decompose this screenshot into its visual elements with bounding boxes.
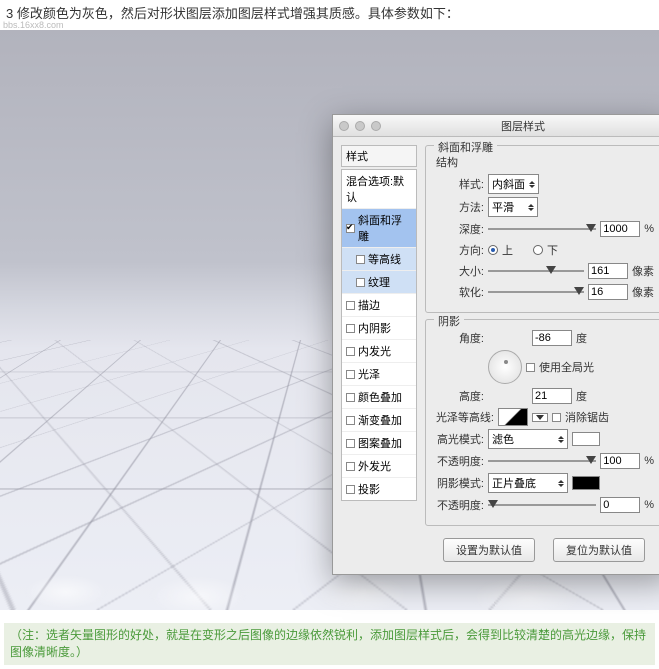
checkbox-icon[interactable]: [346, 393, 355, 402]
style-select[interactable]: 内斜面: [488, 174, 539, 194]
shadow-mode-select[interactable]: 正片叠底: [488, 473, 568, 493]
global-light-label: 使用全局光: [539, 359, 594, 375]
direction-down-radio[interactable]: [533, 245, 543, 255]
checkbox-icon[interactable]: [346, 324, 355, 333]
checkbox-icon[interactable]: [346, 370, 355, 379]
set-default-button[interactable]: 设置为默认值: [443, 538, 535, 562]
styles-header: 样式: [341, 145, 417, 167]
close-icon[interactable]: [339, 121, 349, 131]
shading-fieldset: 阴影 角度: -86 度 使用全局光 高度: 21 度: [425, 319, 659, 526]
highlight-opacity-field[interactable]: 100: [600, 453, 640, 469]
highlight-opacity-label: 不透明度:: [434, 453, 484, 469]
dialog-title: 图层样式: [381, 118, 659, 134]
style-color-overlay[interactable]: 颜色叠加: [342, 386, 416, 409]
shadow-opacity-label: 不透明度:: [434, 497, 484, 513]
soften-label: 软化:: [434, 284, 484, 300]
depth-field[interactable]: 1000: [600, 221, 640, 237]
structure-fieldset: 斜面和浮雕 结构 样式: 内斜面 方法: 平滑 深度: 1000 % 方向:: [425, 145, 659, 313]
checkbox-icon[interactable]: [356, 255, 365, 264]
style-inner-glow[interactable]: 内发光: [342, 340, 416, 363]
style-gradient-overlay[interactable]: 渐变叠加: [342, 409, 416, 432]
watermark: bbs.16xx8.com: [3, 20, 64, 30]
global-light-checkbox[interactable]: [526, 363, 535, 372]
gloss-contour-label: 光泽等高线:: [434, 409, 494, 425]
instruction-text: 3 修改颜色为灰色，然后对形状图层添加图层样式增强其质感。具体参数如下：: [0, 0, 659, 25]
checkbox-icon[interactable]: [356, 278, 365, 287]
style-satin[interactable]: 光泽: [342, 363, 416, 386]
checkbox-icon[interactable]: [346, 416, 355, 425]
reset-default-button[interactable]: 复位为默认值: [553, 538, 645, 562]
checkbox-icon[interactable]: [346, 347, 355, 356]
highlight-color-swatch[interactable]: [572, 432, 600, 446]
settings-column: 斜面和浮雕 结构 样式: 内斜面 方法: 平滑 深度: 1000 % 方向:: [425, 145, 659, 566]
angle-label: 角度:: [434, 330, 484, 346]
highlight-opacity-slider[interactable]: [488, 454, 596, 468]
layer-style-dialog: 图层样式 样式 混合选项:默认 斜面和浮雕 等高线 纹理 描边 内阴影 内发光 …: [332, 114, 659, 575]
depth-label: 深度:: [434, 221, 484, 237]
shadow-mode-label: 阴影模式:: [434, 475, 484, 491]
style-contour[interactable]: 等高线: [342, 248, 416, 271]
altitude-field[interactable]: 21: [532, 388, 572, 404]
shading-legend: 阴影: [434, 313, 464, 329]
altitude-unit: 度: [576, 388, 587, 404]
shadow-opacity-field[interactable]: 0: [600, 497, 640, 513]
shadow-color-swatch[interactable]: [572, 476, 600, 490]
style-texture[interactable]: 纹理: [342, 271, 416, 294]
checkbox-icon[interactable]: [346, 439, 355, 448]
traffic-lights: [339, 121, 381, 131]
antialias-label: 消除锯齿: [565, 409, 609, 425]
size-field[interactable]: 161: [588, 263, 628, 279]
styles-list: 混合选项:默认 斜面和浮雕 等高线 纹理 描边 内阴影 内发光 光泽 颜色叠加 …: [341, 169, 417, 501]
direction-label: 方向:: [434, 242, 484, 258]
style-label: 样式:: [434, 176, 484, 192]
soften-unit: 像素: [632, 284, 654, 300]
checkbox-icon[interactable]: [346, 224, 355, 233]
soften-field[interactable]: 16: [588, 284, 628, 300]
size-label: 大小:: [434, 263, 484, 279]
depth-slider[interactable]: [488, 222, 596, 236]
size-unit: 像素: [632, 263, 654, 279]
dialog-button-row: 设置为默认值 复位为默认值: [425, 532, 659, 566]
highlight-mode-label: 高光模式:: [434, 431, 484, 447]
shadow-opacity-slider[interactable]: [488, 498, 596, 512]
style-pattern-overlay[interactable]: 图案叠加: [342, 432, 416, 455]
direction-up-radio[interactable]: [488, 245, 498, 255]
depth-unit: %: [644, 223, 654, 235]
minimize-icon[interactable]: [355, 121, 365, 131]
style-bevel-emboss[interactable]: 斜面和浮雕: [342, 209, 416, 248]
styles-column: 样式 混合选项:默认 斜面和浮雕 等高线 纹理 描边 内阴影 内发光 光泽 颜色…: [341, 145, 417, 566]
angle-field[interactable]: -86: [532, 330, 572, 346]
altitude-label: 高度:: [434, 388, 484, 404]
checkbox-icon[interactable]: [346, 301, 355, 310]
structure-sublegend: 结构: [436, 154, 654, 170]
gloss-contour-dropdown[interactable]: [532, 413, 548, 422]
highlight-mode-select[interactable]: 滤色: [488, 429, 568, 449]
style-blend-options[interactable]: 混合选项:默认: [342, 170, 416, 209]
bottom-note: （注：选者矢量图形的好处，就是在变形之后图像的边缘依然锐利，添加图层样式后，会得…: [4, 623, 655, 665]
zoom-icon[interactable]: [371, 121, 381, 131]
dialog-titlebar[interactable]: 图层样式: [333, 115, 659, 137]
size-slider[interactable]: [488, 264, 584, 278]
structure-legend: 斜面和浮雕: [434, 139, 497, 155]
style-stroke[interactable]: 描边: [342, 294, 416, 317]
antialias-checkbox[interactable]: [552, 413, 561, 422]
angle-unit: 度: [576, 330, 587, 346]
gloss-contour-swatch[interactable]: [498, 408, 528, 426]
style-outer-glow[interactable]: 外发光: [342, 455, 416, 478]
soften-slider[interactable]: [488, 285, 584, 299]
method-label: 方法:: [434, 199, 484, 215]
checkbox-icon[interactable]: [346, 462, 355, 471]
highlight-opacity-unit: %: [644, 455, 654, 467]
method-select[interactable]: 平滑: [488, 197, 538, 217]
style-drop-shadow[interactable]: 投影: [342, 478, 416, 500]
checkbox-icon[interactable]: [346, 485, 355, 494]
style-inner-shadow[interactable]: 内阴影: [342, 317, 416, 340]
shadow-opacity-unit: %: [644, 499, 654, 511]
angle-dial[interactable]: [488, 350, 522, 384]
